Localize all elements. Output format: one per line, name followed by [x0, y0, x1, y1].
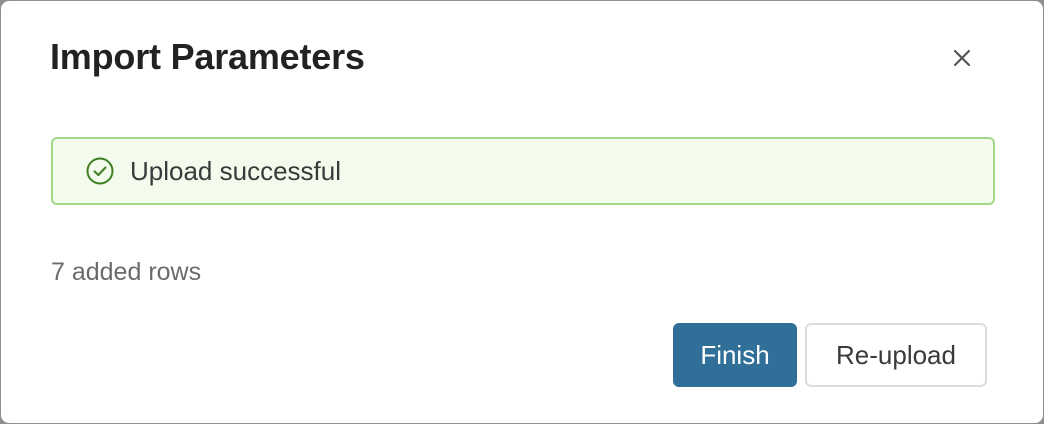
alert-message: Upload successful	[130, 155, 341, 186]
close-button[interactable]	[945, 41, 979, 75]
added-rows-summary: 7 added rows	[51, 258, 202, 286]
check-circle-icon	[85, 156, 115, 186]
upload-success-alert: Upload successful	[51, 137, 995, 205]
reupload-button[interactable]: Re-upload	[805, 323, 987, 387]
finish-button[interactable]: Finish	[673, 323, 797, 387]
import-parameters-dialog: Import Parameters Upload successful 7 ad…	[1, 1, 1043, 423]
close-icon	[945, 49, 979, 67]
dialog-title: Import Parameters	[50, 36, 365, 77]
